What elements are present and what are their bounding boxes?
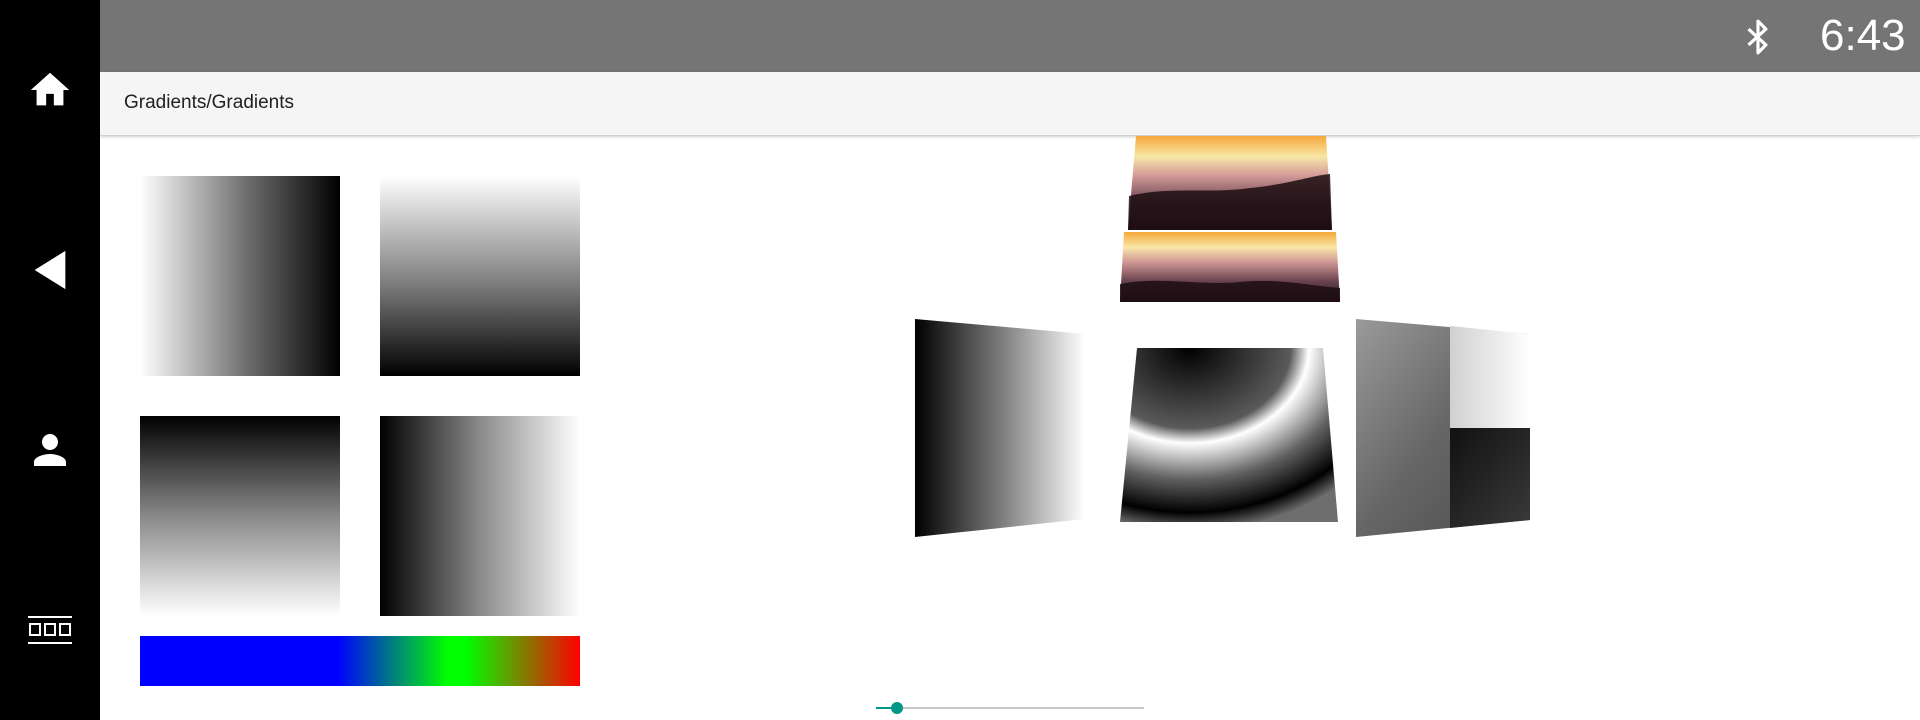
seek-bar-thumb[interactable] bbox=[891, 702, 904, 714]
clock: 6:43 PM bbox=[1820, 11, 1906, 112]
gradient-blue-green-red-bar bbox=[140, 636, 580, 686]
status-bar: 6:43 PM bbox=[100, 0, 1920, 112]
gradient-horizontal-white-black bbox=[140, 176, 340, 376]
person-icon bbox=[34, 434, 66, 466]
back-button[interactable] bbox=[0, 220, 100, 320]
gradient-vertical-black-white bbox=[140, 416, 340, 616]
home-icon bbox=[30, 72, 70, 106]
gradient-vertical-white-black bbox=[380, 176, 580, 376]
sweep-pane-right bbox=[1356, 319, 1530, 537]
title-bar: Gradients/Gradients bbox=[100, 72, 1920, 136]
apps-button[interactable] bbox=[0, 580, 100, 680]
page-title: Gradients/Gradients bbox=[124, 92, 295, 113]
back-icon bbox=[34, 250, 66, 290]
photo-pane-bottom bbox=[1120, 232, 1340, 302]
radial-pane-center bbox=[1120, 348, 1338, 522]
skewed-pane-left bbox=[915, 319, 1085, 537]
apps-grid-icon bbox=[28, 616, 72, 644]
seek-bar[interactable] bbox=[876, 707, 1144, 709]
transformed-panes bbox=[915, 136, 1530, 537]
nav-rail bbox=[0, 0, 100, 720]
gradient-horizontal-black-white bbox=[380, 416, 580, 616]
photo-pane-top bbox=[1128, 136, 1332, 230]
profile-button[interactable] bbox=[0, 400, 100, 500]
bluetooth-icon bbox=[1747, 19, 1768, 55]
home-button[interactable] bbox=[0, 40, 100, 140]
